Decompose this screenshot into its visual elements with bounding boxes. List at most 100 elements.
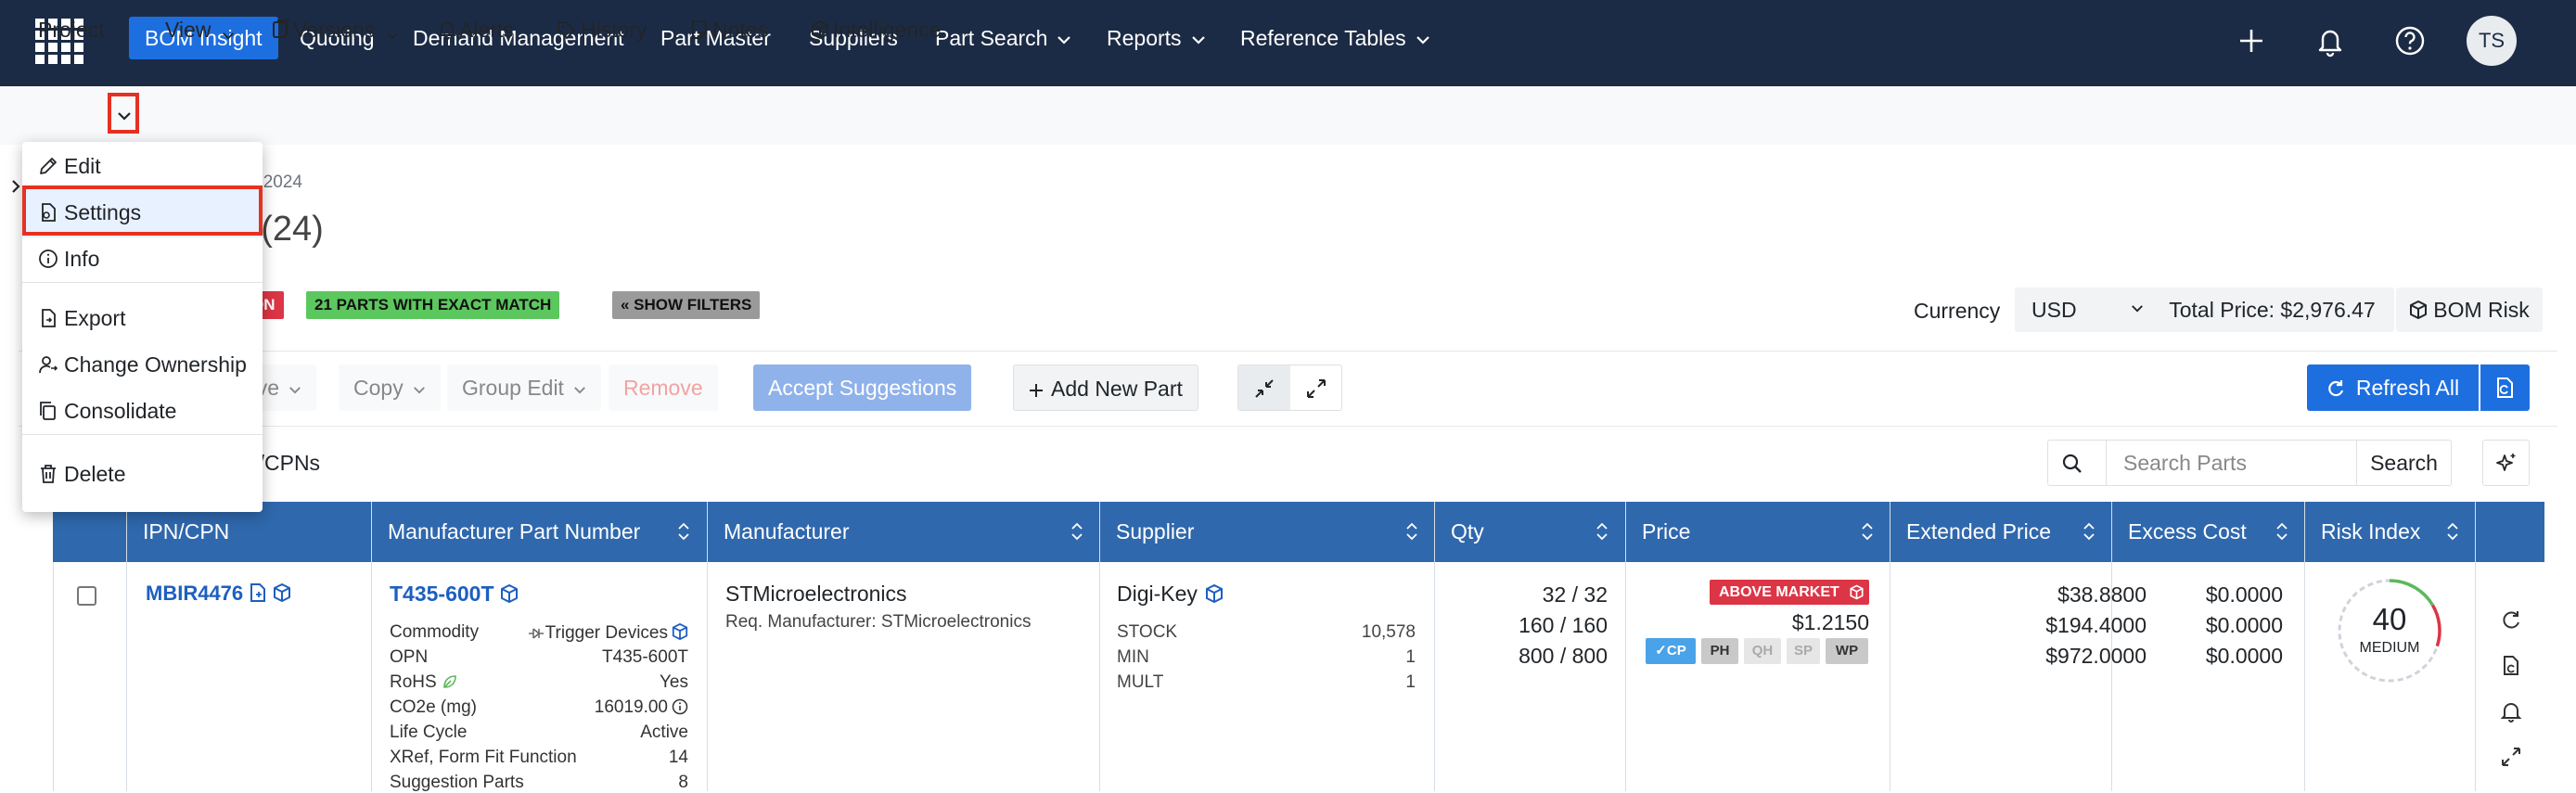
show-filters-button[interactable]: « SHOW FILTERS [612,291,761,319]
currency-select[interactable]: USD [2015,288,2160,332]
project-menu-button[interactable]: Project [38,16,105,44]
attr-key: MULT [1117,672,1164,692]
export-icon [42,309,56,327]
refresh-options-button[interactable] [2480,365,2530,411]
nav-label: Reports [1107,26,1182,50]
versions-menu-button[interactable]: Versions [271,16,399,44]
settings-highlight [22,185,263,236]
help-icon[interactable] [2391,22,2429,59]
menu-item-edit[interactable]: Edit [22,142,263,191]
column-header-supplier[interactable]: Supplier [1099,502,1434,562]
nav-label: Part Search [935,26,1048,50]
add-new-part-button[interactable]: Add New Part [1013,365,1198,411]
ai-search-button[interactable] [2482,440,2530,486]
view-label: View [165,18,211,42]
view-menu-button[interactable]: View [165,16,235,44]
column-divider [707,502,708,791]
cube-icon[interactable] [500,583,519,604]
menu-item-info[interactable]: Info [22,235,263,284]
nav-part-search[interactable]: Part Search [935,17,1071,59]
expand-icon[interactable] [2499,745,2523,769]
bell-icon[interactable] [2312,22,2349,59]
refresh-all-button[interactable]: Refresh All [2307,365,2479,411]
column-divider [126,502,127,791]
menu-item-label: Delete [64,462,126,486]
cube-icon [2410,301,2428,319]
search-input[interactable]: Search Parts [2106,441,2356,485]
info-icon[interactable] [672,698,688,715]
accept-suggestions-button[interactable]: Accept Suggestions [753,365,972,411]
price-tag-ph[interactable]: PH [1701,638,1738,664]
mpn-link[interactable]: T435-600T [390,582,519,607]
price-tag-sp[interactable]: SP [1787,638,1820,664]
column-header-mpn[interactable]: Manufacturer Part Number [371,502,706,562]
attr-value: Yes [660,672,688,692]
menu-item-change-ownership[interactable]: Change Ownership [22,340,263,390]
column-header-qty[interactable]: Qty [1434,502,1624,562]
search-button[interactable]: Search [2356,441,2451,485]
price-alert-button[interactable] [1844,580,1869,605]
bom-risk-button[interactable]: BOM Risk [2396,288,2543,332]
history-label: History [581,18,647,42]
price-tag-qh[interactable]: QH [1744,638,1781,664]
cube-icon [1850,584,1864,600]
chevron-down-icon [289,387,301,394]
alerts-button[interactable]: Alerts [439,16,514,44]
chevron-down-icon [387,32,399,40]
expand-button[interactable] [1290,365,1342,410]
qty-value: 160 / 160 [1519,613,1608,637]
chevron-down-icon [1191,36,1205,45]
cube-icon[interactable] [273,582,291,603]
intelligence-label: Intelligence [833,18,942,42]
column-header-price[interactable]: Price [1625,502,1890,562]
nav-reference-tables[interactable]: Reference Tables [1240,17,1430,59]
intelligence-button[interactable]: Intelligence [811,16,941,44]
trigger-device-icon [528,628,544,639]
notes-button[interactable]: Notes [690,16,768,44]
avatar[interactable]: TS [2467,16,2517,66]
nav-reports[interactable]: Reports [1107,17,1206,59]
collapse-button[interactable] [1238,365,1290,410]
attr-key: Suggestion Parts [390,773,524,792]
price-tag-wp[interactable]: WP [1826,638,1868,664]
attr-rohs: RoHS Yes [390,672,688,693]
file-refresh-icon[interactable] [2499,654,2523,678]
above-market-badge: ABOVE MARKET [1710,580,1849,605]
search-group: Search Parts Search [2047,440,2452,486]
chevron-down-icon [2132,305,2143,313]
menu-item-delete[interactable]: Delete [22,450,263,499]
refresh-icon[interactable] [2499,608,2523,633]
file-icon[interactable] [249,582,267,603]
supplier-name[interactable]: Digi-Key [1117,582,1224,607]
row-checkbox[interactable] [77,586,96,606]
chevron-down-icon [413,387,425,394]
cube-icon[interactable] [1205,583,1224,604]
risk-index-label: MEDIUM [2359,640,2420,656]
pencil-icon [40,158,57,174]
menu-divider [22,282,263,283]
history-button[interactable]: History [557,16,647,44]
menu-divider [22,434,263,435]
column-header-excess-cost[interactable]: Excess Cost [2111,502,2304,562]
chevron-down-icon [1057,36,1071,45]
remove-button[interactable]: Remove [609,365,718,411]
attr-value: Active [640,723,688,742]
column-header-risk-index[interactable]: Risk Index [2304,502,2475,562]
attr-value: T435-600T [602,647,688,667]
ipn-link[interactable]: MBIR4476 [146,582,291,606]
chevron-right-icon[interactable] [11,179,20,194]
cube-icon[interactable] [672,622,688,641]
group-edit-button[interactable]: Group Edit [447,365,601,411]
price-tag-cp[interactable]: ✓CP [1646,638,1696,664]
menu-item-consolidate[interactable]: Consolidate [22,387,263,436]
plus-icon[interactable] [2233,22,2270,59]
bell-icon[interactable] [2499,699,2523,723]
menu-item-export[interactable]: Export [22,294,263,343]
header-label: Extended Price [1906,519,2051,544]
collapse-icon [1255,379,1274,398]
column-header-extended-price[interactable]: Extended Price [1890,502,2111,562]
attr-key: Commodity [390,622,480,642]
column-header-manufacturer[interactable]: Manufacturer [707,502,1099,562]
copy-button[interactable]: Copy [339,365,441,411]
extended-price-value: $972.0000 [2045,644,2147,668]
